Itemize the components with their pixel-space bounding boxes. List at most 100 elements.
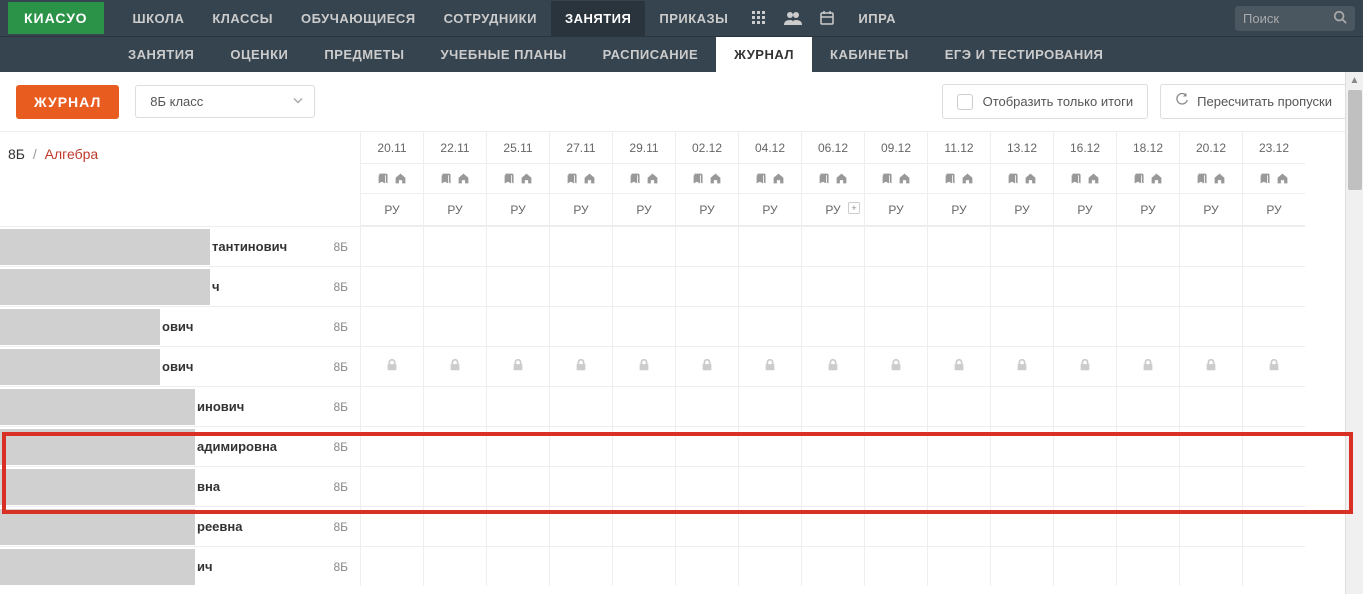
- lesson-type-icons[interactable]: [487, 164, 549, 194]
- date-header[interactable]: 18.12: [1117, 132, 1179, 164]
- topnav-item-2[interactable]: ОБУЧАЮЩИЕСЯ: [287, 1, 430, 36]
- grade-cell[interactable]: [1053, 266, 1116, 306]
- lesson-type-icons[interactable]: [991, 164, 1053, 194]
- topnav-item-4[interactable]: ЗАНЯТИЯ: [551, 1, 645, 36]
- grade-cell[interactable]: [738, 266, 801, 306]
- topnav-item-5[interactable]: ПРИКАЗЫ: [645, 1, 742, 36]
- grade-cell[interactable]: [864, 546, 927, 586]
- grade-cell[interactable]: [612, 306, 675, 346]
- grade-cell[interactable]: [864, 386, 927, 426]
- topnav-item-1[interactable]: КЛАССЫ: [198, 1, 287, 36]
- student-row[interactable]: ич8Б: [0, 546, 360, 586]
- date-header[interactable]: 11.12: [928, 132, 990, 164]
- subnav-item-2[interactable]: ПРЕДМЕТЫ: [306, 37, 422, 72]
- grade-cell[interactable]: [486, 266, 549, 306]
- date-header[interactable]: 16.12: [1054, 132, 1116, 164]
- grade-cell[interactable]: [423, 266, 486, 306]
- ru-header[interactable]: РУ+: [802, 194, 864, 226]
- grade-cell[interactable]: [549, 546, 612, 586]
- date-header[interactable]: 06.12: [802, 132, 864, 164]
- ru-header[interactable]: РУ: [361, 194, 423, 226]
- journal-button[interactable]: ЖУРНАЛ: [16, 85, 119, 119]
- grade-cell[interactable]: [801, 466, 864, 506]
- apps-icon[interactable]: [742, 0, 776, 36]
- grade-cell[interactable]: [1242, 226, 1305, 266]
- grade-cell[interactable]: [423, 226, 486, 266]
- grade-cell[interactable]: [423, 306, 486, 346]
- grade-cell[interactable]: [738, 386, 801, 426]
- grade-cell[interactable]: [360, 466, 423, 506]
- student-row[interactable]: тантинович8Б: [0, 226, 360, 266]
- grade-cell[interactable]: [1053, 226, 1116, 266]
- grade-cell[interactable]: [549, 226, 612, 266]
- scroll-up-arrow-icon[interactable]: ▲: [1346, 72, 1363, 88]
- grade-cell[interactable]: [1116, 506, 1179, 546]
- grade-cell[interactable]: [486, 546, 549, 586]
- grade-cell[interactable]: [1053, 306, 1116, 346]
- ru-header[interactable]: РУ: [1054, 194, 1116, 226]
- grade-cell[interactable]: [990, 466, 1053, 506]
- grade-cell[interactable]: [927, 506, 990, 546]
- grade-cell[interactable]: [927, 466, 990, 506]
- ru-header[interactable]: РУ: [676, 194, 738, 226]
- grade-cell[interactable]: [423, 546, 486, 586]
- plus-badge-icon[interactable]: +: [848, 202, 860, 214]
- grade-cell[interactable]: [1242, 546, 1305, 586]
- grade-cell[interactable]: [360, 306, 423, 346]
- grade-cell[interactable]: [486, 306, 549, 346]
- grade-cell[interactable]: [486, 346, 549, 386]
- subnav-item-5[interactable]: ЖУРНАЛ: [716, 37, 812, 72]
- grade-cell[interactable]: [612, 266, 675, 306]
- grade-cell[interactable]: [486, 426, 549, 466]
- grade-cell[interactable]: [801, 506, 864, 546]
- grade-cell[interactable]: [1116, 466, 1179, 506]
- ru-header[interactable]: РУ: [1243, 194, 1305, 226]
- student-row[interactable]: реевна8Б: [0, 506, 360, 546]
- grade-cell[interactable]: [549, 426, 612, 466]
- grade-cell[interactable]: [990, 386, 1053, 426]
- grade-cell[interactable]: [423, 506, 486, 546]
- grade-cell[interactable]: [1179, 306, 1242, 346]
- grade-cell[interactable]: [360, 266, 423, 306]
- grade-cell[interactable]: [486, 506, 549, 546]
- grade-cell[interactable]: [549, 386, 612, 426]
- grade-cell[interactable]: [549, 466, 612, 506]
- grade-cell[interactable]: [675, 546, 738, 586]
- student-row[interactable]: вна8Б: [0, 466, 360, 506]
- grade-cell[interactable]: [1242, 506, 1305, 546]
- grade-cell[interactable]: [675, 386, 738, 426]
- grade-cell[interactable]: [801, 266, 864, 306]
- grade-cell[interactable]: [549, 346, 612, 386]
- grade-cell[interactable]: [549, 266, 612, 306]
- grade-cell[interactable]: [360, 226, 423, 266]
- topnav-item-0[interactable]: ШКОЛА: [119, 1, 199, 36]
- grade-cell[interactable]: [864, 346, 927, 386]
- date-header[interactable]: 13.12: [991, 132, 1053, 164]
- subnav-item-7[interactable]: ЕГЭ И ТЕСТИРОВАНИЯ: [927, 37, 1122, 72]
- grade-cell[interactable]: [675, 346, 738, 386]
- grade-cell[interactable]: [612, 386, 675, 426]
- student-row[interactable]: адимировна8Б: [0, 426, 360, 466]
- lesson-type-icons[interactable]: [865, 164, 927, 194]
- grade-cell[interactable]: [864, 506, 927, 546]
- grade-cell[interactable]: [675, 226, 738, 266]
- grade-cell[interactable]: [990, 506, 1053, 546]
- ru-header[interactable]: РУ: [1180, 194, 1242, 226]
- grade-cell[interactable]: [1242, 346, 1305, 386]
- lesson-type-icons[interactable]: [928, 164, 990, 194]
- only-results-checkbox[interactable]: Отобразить только итоги: [942, 84, 1149, 119]
- grade-cell[interactable]: [612, 546, 675, 586]
- grade-cell[interactable]: [1242, 386, 1305, 426]
- grade-cell[interactable]: [423, 426, 486, 466]
- search-input[interactable]: [1243, 11, 1333, 26]
- grade-cell[interactable]: [423, 386, 486, 426]
- grade-cell[interactable]: [612, 426, 675, 466]
- grade-cell[interactable]: [486, 386, 549, 426]
- grade-cell[interactable]: [927, 266, 990, 306]
- grade-cell[interactable]: [864, 466, 927, 506]
- grade-cell[interactable]: [1053, 346, 1116, 386]
- grade-cell[interactable]: [1242, 426, 1305, 466]
- subnav-item-0[interactable]: ЗАНЯТИЯ: [110, 37, 212, 72]
- ru-header[interactable]: РУ: [739, 194, 801, 226]
- subnav-item-6[interactable]: КАБИНЕТЫ: [812, 37, 927, 72]
